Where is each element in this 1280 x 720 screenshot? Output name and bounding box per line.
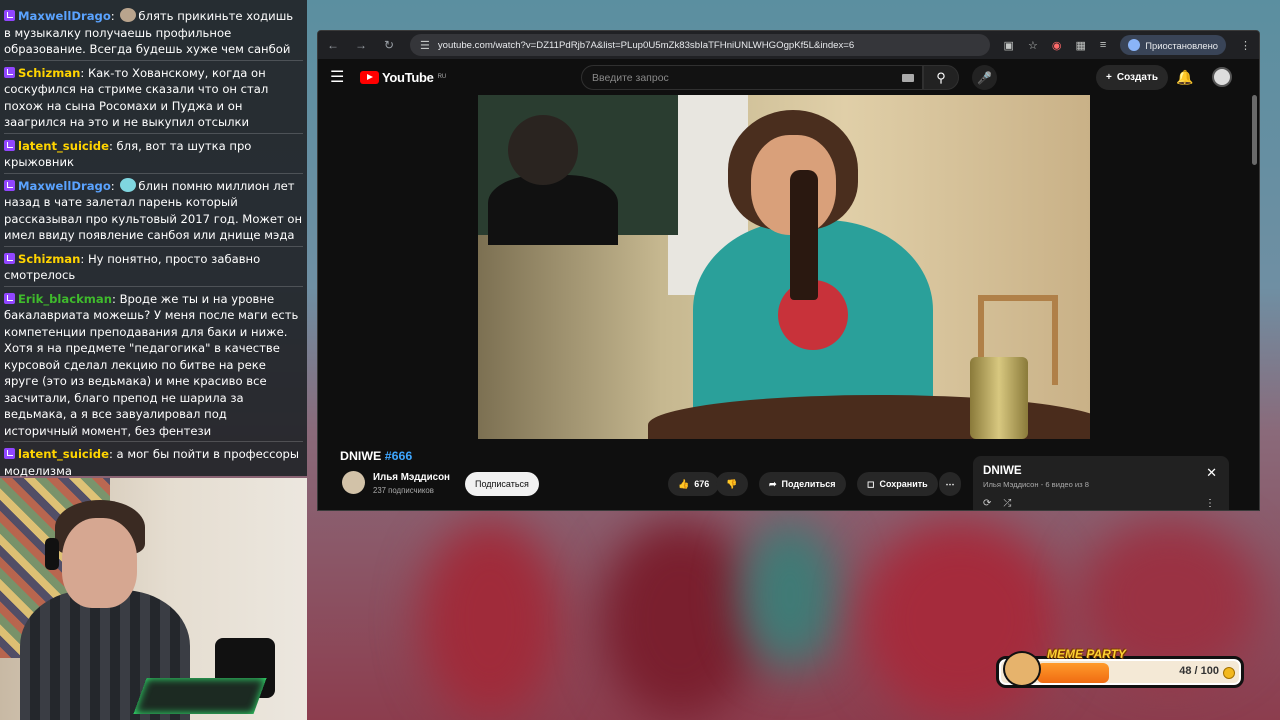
- chat-message: latent_suicide: бля, вот та шутка про кр…: [4, 138, 303, 174]
- meme-party-widget: MEME PARTY 48 / 100: [996, 647, 1244, 688]
- chat-message: Schizman: Ну понятно, просто забавно смо…: [4, 251, 303, 287]
- playlist-menu-icon[interactable]: ⋮: [1205, 498, 1215, 509]
- chat-username[interactable]: MaxwellDrago: [18, 9, 111, 23]
- chat-username[interactable]: Schizman: [18, 252, 80, 266]
- chat-message: latent_suicide: а мог бы пойти в професс…: [4, 446, 303, 482]
- channel-name[interactable]: Илья Мэддисон: [373, 472, 450, 483]
- playlist-title[interactable]: DNIWE: [983, 464, 1219, 477]
- extension-badge-icon[interactable]: ◉: [1052, 39, 1062, 52]
- meme-progress-fill: [1037, 663, 1109, 683]
- browser-window: ← → ↻ ☰ youtube.com/watch?v=DZ11PdRjb7A&…: [317, 30, 1260, 511]
- channel-avatar[interactable]: [342, 471, 365, 494]
- twitch-badge-icon: [4, 448, 15, 459]
- chat-username[interactable]: MaxwellDrago: [18, 179, 111, 193]
- subscribe-label: Подписаться: [475, 479, 529, 489]
- chat-username[interactable]: Schizman: [18, 66, 80, 80]
- youtube-header: ☰ YouTube RU Введите запрос ⚲ 🎤 + Создат…: [318, 59, 1259, 95]
- video-title: DNIWE #666: [340, 449, 412, 463]
- share-button[interactable]: ➦ Поделиться: [759, 472, 846, 496]
- search-button[interactable]: ⚲: [923, 65, 959, 90]
- chat-text: Вроде же ты и на уровне бакалавриата мож…: [4, 291, 299, 438]
- shuffle-icon[interactable]: ⤮: [1003, 498, 1011, 509]
- twitch-badge-icon: [4, 252, 15, 264]
- subscribe-button[interactable]: Подписаться: [465, 472, 539, 496]
- profile-avatar: [1128, 39, 1141, 51]
- search-placeholder: Введите запрос: [592, 71, 669, 84]
- video-hashtag[interactable]: #666: [385, 449, 413, 463]
- chat-username[interactable]: latent_suicide: [18, 139, 109, 153]
- twitch-badge-icon: [4, 292, 15, 304]
- playlist-meta: Илья Мэддисон - 6 видео из 8: [983, 480, 1089, 489]
- voice-search-button[interactable]: 🎤: [972, 65, 997, 90]
- chat-username[interactable]: Erik_blackman: [18, 292, 112, 306]
- profile-button[interactable]: Приостановлено: [1120, 35, 1226, 55]
- thumbs-down-icon: 👎: [726, 478, 738, 489]
- address-bar[interactable]: ☰ youtube.com/watch?v=DZ11PdRjb7A&list=P…: [410, 34, 990, 56]
- playlist-panel: DNIWE Илья Мэддисон - 6 видео из 8 ✕ ⟳ ⤮…: [973, 456, 1229, 510]
- twitch-badge-icon: [4, 10, 15, 21]
- chat-message: Erik_blackman: Вроде же ты и на уровне б…: [4, 291, 303, 442]
- chat-username[interactable]: latent_suicide: [18, 447, 109, 461]
- extensions-icon[interactable]: ▦: [1075, 39, 1085, 52]
- emote-icon: [120, 8, 137, 22]
- youtube-wordmark: YouTube: [382, 69, 434, 85]
- webcam-feed: [0, 478, 307, 720]
- chat-message: MaxwellDrago: блин помню миллион лет наз…: [4, 177, 303, 247]
- microphone-icon: 🎤: [977, 70, 992, 85]
- site-info-icon[interactable]: ☰: [420, 39, 430, 52]
- subscriber-count: 237 подписчиков: [373, 486, 434, 495]
- chat-message: Schizman: Как-то Хованскому, когда он со…: [4, 65, 303, 134]
- share-arrow-icon: ➦: [769, 478, 777, 489]
- youtube-logo[interactable]: YouTube RU: [360, 70, 446, 85]
- url-text: youtube.com/watch?v=DZ11PdRjb7A&list=PLu…: [437, 39, 855, 51]
- create-button[interactable]: + Создать: [1096, 65, 1168, 90]
- search-icon: ⚲: [936, 69, 946, 85]
- create-label: Создать: [1116, 72, 1158, 83]
- playlist-controls: ⟳ ⤮: [983, 498, 1011, 509]
- reading-list-icon[interactable]: ≡: [1100, 39, 1106, 51]
- save-label: Сохранить: [879, 479, 928, 489]
- doge-icon: [1003, 651, 1041, 687]
- forward-icon[interactable]: →: [354, 38, 368, 52]
- search-input[interactable]: Введите запрос: [581, 65, 923, 90]
- loop-icon[interactable]: ⟳: [983, 498, 991, 509]
- save-button[interactable]: ◻ Сохранить: [857, 472, 938, 496]
- stream-chat: MaxwellDrago: блять прикиньте ходишь в м…: [0, 0, 307, 546]
- twitch-badge-icon: [4, 179, 15, 191]
- hamburger-menu-icon[interactable]: ☰: [330, 67, 352, 87]
- meme-party-count: 48 / 100: [1179, 665, 1219, 677]
- region-code: RU: [437, 74, 447, 80]
- dislike-button[interactable]: 👎: [716, 472, 748, 496]
- back-icon[interactable]: ←: [326, 38, 340, 52]
- chat-message: MaxwellDrago: блять прикиньте ходишь в м…: [4, 8, 303, 61]
- profile-status: Приостановлено: [1145, 39, 1218, 51]
- thumbs-up-icon: 👍: [678, 478, 690, 489]
- bookmark-icon: ◻: [867, 478, 875, 489]
- twitch-badge-icon: [4, 66, 15, 78]
- coin-icon: [1223, 667, 1235, 679]
- video-webcam-inset: [478, 95, 678, 245]
- account-avatar[interactable]: [1212, 67, 1232, 87]
- keyboard-icon[interactable]: [902, 74, 914, 82]
- youtube-play-icon: [360, 70, 379, 84]
- browser-toolbar: ← → ↻ ☰ youtube.com/watch?v=DZ11PdRjb7A&…: [318, 31, 1259, 59]
- notifications-bell-icon[interactable]: 🔔: [1176, 69, 1193, 86]
- twitch-badge-icon: [4, 139, 15, 151]
- bookmark-star-icon[interactable]: ☆: [1028, 39, 1038, 52]
- video-player[interactable]: [478, 95, 1090, 439]
- more-dots-icon: ⋯: [945, 478, 955, 489]
- cast-icon[interactable]: ▣: [1004, 39, 1014, 52]
- plus-icon: +: [1106, 72, 1112, 83]
- browser-menu-icon[interactable]: ⋮: [1240, 39, 1251, 52]
- like-count: 676: [694, 479, 710, 489]
- share-label: Поделиться: [781, 479, 836, 489]
- like-button[interactable]: 👍 676: [668, 472, 720, 496]
- emote-icon: [120, 177, 137, 192]
- close-icon[interactable]: ✕: [1206, 465, 1217, 481]
- video-title-text: DNIWE: [340, 449, 385, 463]
- meme-party-title: MEME PARTY: [1047, 647, 1126, 661]
- reload-icon[interactable]: ↻: [382, 38, 396, 52]
- more-actions-button[interactable]: ⋯: [939, 472, 961, 496]
- scrollbar-thumb[interactable]: [1252, 95, 1257, 165]
